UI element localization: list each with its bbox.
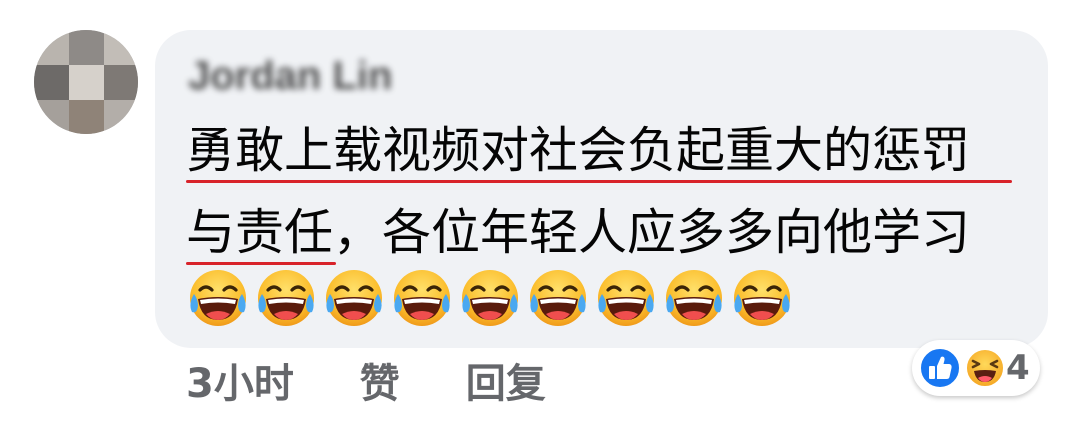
laughing-tears-icon: [734, 270, 790, 326]
laughing-tears-icon: [598, 270, 654, 326]
comment-emoji-row: [186, 268, 794, 332]
laughing-tears-icon: [394, 270, 450, 326]
like-icon: [919, 347, 961, 389]
reaction-summary[interactable]: 4: [912, 340, 1040, 396]
comment-text-line-2: 与责任，各位年轻人应多多向他学习: [186, 204, 971, 261]
spellcheck-underline: [186, 262, 336, 265]
comment-author-name[interactable]: Jordan Lin: [188, 52, 392, 100]
like-button[interactable]: 赞: [360, 358, 400, 410]
comment-timestamp[interactable]: 3小时: [186, 358, 294, 410]
laughing-tears-icon: [258, 270, 314, 326]
comment-text-line-1: 勇敢上载视频对社会负起重大的惩罚: [186, 122, 971, 179]
laughing-tears-icon: [326, 270, 382, 326]
commenter-avatar[interactable]: [34, 30, 138, 134]
reaction-count: 4: [1006, 348, 1030, 388]
laughing-tears-icon: [190, 270, 246, 326]
haha-icon: [965, 348, 1005, 388]
laughing-tears-icon: [462, 270, 518, 326]
spellcheck-underline: [186, 180, 1012, 183]
laughing-tears-icon: [666, 270, 722, 326]
laughing-tears-icon: [530, 270, 586, 326]
comment-actions: 3小时 赞 回复: [186, 358, 546, 410]
reply-button[interactable]: 回复: [466, 358, 546, 410]
